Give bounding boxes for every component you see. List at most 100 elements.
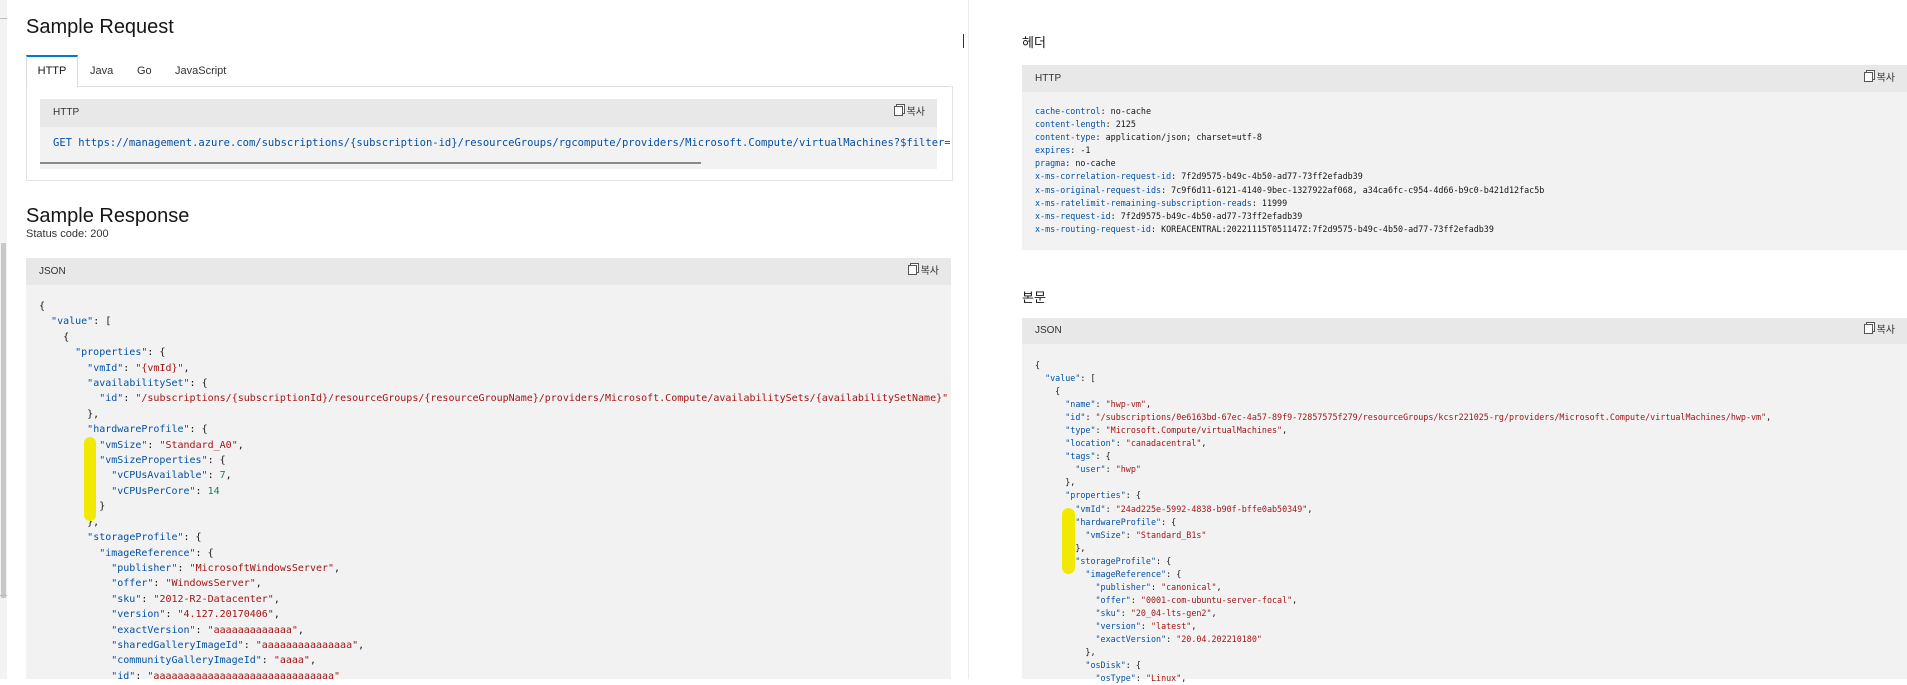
code-line: "properties": { <box>75 347 166 359</box>
tab-javascript[interactable]: JavaScript <box>175 55 226 85</box>
code-line: "imageReference": { <box>1085 568 1182 579</box>
code-line: }, <box>1035 542 1086 553</box>
code-line: { <box>39 301 46 312</box>
code-line: "exactVersion": "20.04.202210180" <box>1095 633 1262 644</box>
header-key: x-ms-request-id <box>1035 210 1111 221</box>
header-key: x-ms-routing-request-id <box>1035 223 1151 234</box>
tab-go[interactable]: Go <box>137 55 152 85</box>
body-title: 본문 <box>1022 290 1046 305</box>
code-line: }, <box>39 516 100 528</box>
code-line: "id": "/subscriptions/0e6163bd-67ec-4a57… <box>1065 412 1772 423</box>
response-json-lang: JSON <box>39 266 66 277</box>
header-value: -1 <box>1080 145 1091 156</box>
code-line: } <box>39 501 106 513</box>
copy-button[interactable]: 복사 <box>1863 318 1895 344</box>
body-json-header: JSON 복사 <box>1022 318 1907 344</box>
response-json-header: JSON 복사 <box>26 258 951 285</box>
code-line: "hardwareProfile": { <box>87 424 208 436</box>
copy-button[interactable]: 복사 <box>907 258 939 285</box>
body-json-code: { "value": [ { "name": "hwp-vm", "id": "… <box>1035 359 1771 685</box>
code-line: }, <box>1035 647 1096 658</box>
language-tabs: HTTP Java Go JavaScript <box>26 55 951 88</box>
highlight-mark <box>84 437 96 521</box>
code-line: "sharedGalleryImageId": "aaaaaaaaaaaaaaa… <box>111 639 365 651</box>
code-line: "communityGalleryImageId": "aaaa", <box>111 655 316 667</box>
code-line: "user": "hwp" <box>1075 464 1141 475</box>
header-line: x-ms-routing-request-id: KOREACENTRAL:20… <box>1035 223 1494 234</box>
body-json-box: JSON 복사 { "value": [ { "name": "hwp-vm",… <box>1022 318 1907 683</box>
headers-code-box: HTTP 복사 cache-control: no-cache content-l… <box>1022 65 1907 250</box>
code-line: "storageProfile": { <box>1075 555 1172 566</box>
code-line: "imageReference": { <box>99 547 214 559</box>
left-scrollbar-thumb[interactable] <box>1 243 6 598</box>
header-value: KOREACENTRAL:20221115T051147Z:7f2d9575-b… <box>1161 223 1494 234</box>
sample-response-title: Sample Response <box>26 205 190 227</box>
header-value: no-cache <box>1110 106 1151 116</box>
copy-icon <box>907 265 917 275</box>
header-line: content-length: 2125 <box>1035 119 1136 130</box>
code-line: "version": "4.127.20170406", <box>111 609 280 621</box>
copy-button[interactable]: 복사 <box>1863 65 1895 92</box>
code-line: "availabilitySet": { <box>87 378 208 390</box>
header-line: cache-control: no-cache <box>1035 106 1151 116</box>
left-scrollbar[interactable] <box>0 0 7 679</box>
code-line: "storageProfile": { <box>87 532 202 544</box>
code-line: { <box>1035 386 1061 397</box>
code-line: { <box>1035 360 1041 370</box>
code-line: "vmSize": "Standard_A0", <box>99 439 244 451</box>
code-line: "osDisk": { <box>1085 660 1141 671</box>
copy-button[interactable]: 복사 <box>893 99 925 127</box>
tab-java[interactable]: Java <box>90 55 113 85</box>
code-line: "properties": { <box>1065 490 1141 501</box>
header-line: x-ms-request-id: 7f2d9575-b49c-4b50-ad77… <box>1035 210 1303 221</box>
header-value: application/json; charset=utf-8 <box>1105 132 1262 143</box>
code-line: "publisher": "canonical", <box>1095 581 1222 592</box>
highlight-mark <box>1062 508 1075 574</box>
copy-icon <box>1863 72 1873 82</box>
code-line: "vmSize": "Standard_B1s" <box>1085 529 1207 540</box>
copy-label: 복사 <box>1876 73 1895 84</box>
header-key: content-type <box>1035 132 1096 143</box>
code-line: }, <box>39 408 100 420</box>
code-line: "exactVersion": "aaaaaaaaaaaaa", <box>111 624 304 636</box>
code-line: "value": [ <box>51 316 112 328</box>
header-key: x-ms-ratelimit-remaining-subscription-re… <box>1035 197 1252 208</box>
header-value: 2125 <box>1115 119 1136 130</box>
code-line: "version": "latest", <box>1095 620 1197 631</box>
header-key: content-length <box>1035 119 1106 130</box>
request-get-line: GET https://management.azure.com/subscri… <box>53 137 950 149</box>
code-line: "vmId": "24ad225e-5992-4838-b90f-bffe0ab… <box>1075 503 1313 514</box>
left-panel: Sample Request HTTP Java Go JavaScript H… <box>0 0 968 679</box>
header-key: cache-control <box>1035 106 1101 116</box>
header-value: 7f2d9575-b49c-4b50-ad77-73ff2efadb39 <box>1120 210 1303 221</box>
code-line: "tags": { <box>1065 451 1111 462</box>
header-key: expires <box>1035 145 1071 156</box>
code-line: "sku": "2012-R2-Datacenter", <box>111 593 280 605</box>
code-line: "hardwareProfile": { <box>1075 516 1177 527</box>
response-json-box: JSON 복사 { "value": [ { "properties": { "… <box>26 258 951 679</box>
headers-title: 헤더 <box>1022 35 1046 50</box>
header-value: no-cache <box>1075 158 1116 169</box>
code-line: "id": "aaaaaaaaaaaaaaaaaaaaaaaaaaaaaa" <box>111 670 341 679</box>
code-line: "vmId": "{vmId}", <box>87 362 190 374</box>
code-line: "location": "canadacentral", <box>1065 438 1207 449</box>
header-value: 7f2d9575-b49c-4b50-ad77-73ff2efadb39 <box>1181 171 1363 182</box>
header-line: pragma: no-cache <box>1035 158 1116 169</box>
sample-request-title: Sample Request <box>26 16 174 38</box>
code-line: "offer": "0001-com-ubuntu-server-focal", <box>1095 594 1298 605</box>
response-json-code: { "value": [ { "properties": { "vmId": "… <box>39 299 948 679</box>
headers-code: cache-control: no-cache content-length: 2… <box>1035 105 1544 236</box>
headers-code-lang: HTTP <box>1035 73 1062 84</box>
header-value: 11999 <box>1261 197 1288 208</box>
tab-http[interactable]: HTTP <box>26 55 78 88</box>
header-value: 7c9f6d11-6121-4140-9bec-1327922af068, a3… <box>1171 184 1545 195</box>
code-line: "name": "hwp-vm", <box>1065 399 1152 410</box>
body-json-lang: JSON <box>1035 325 1062 336</box>
code-line: "vCPUsAvailable": 7, <box>111 470 232 482</box>
copy-label: 복사 <box>906 107 925 118</box>
header-key: x-ms-correlation-request-id <box>1035 171 1172 182</box>
code-line: "type": "Microsoft.Compute/virtualMachin… <box>1065 425 1288 436</box>
request-hscrollbar[interactable] <box>40 162 701 164</box>
code-line: "publisher": "MicrosoftWindowsServer", <box>111 562 341 574</box>
panel-divider <box>968 0 969 679</box>
